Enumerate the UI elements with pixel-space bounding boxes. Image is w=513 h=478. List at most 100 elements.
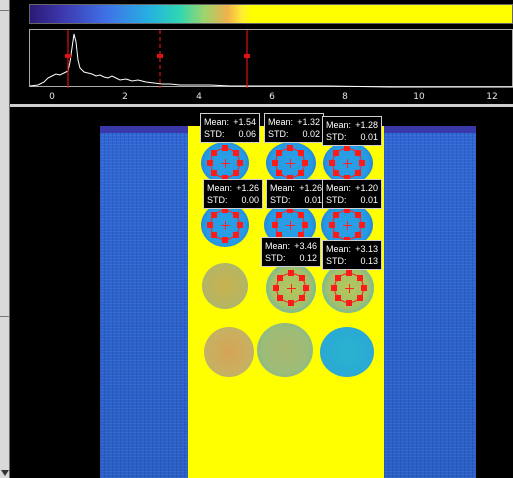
mean-value: +1.20 bbox=[355, 183, 378, 193]
roi-7-handle[interactable] bbox=[277, 275, 283, 281]
roi-3-handle[interactable] bbox=[355, 150, 361, 156]
roi-5-center-cross[interactable] bbox=[286, 221, 295, 230]
roi-6-handle[interactable] bbox=[329, 222, 335, 228]
roi-1-handle[interactable] bbox=[211, 170, 217, 176]
roi-2-handle[interactable] bbox=[298, 170, 304, 176]
hist-tick-8: 8 bbox=[342, 92, 348, 102]
histogram-marker-handle-2 bbox=[157, 54, 163, 58]
panel-divider[interactable] bbox=[10, 104, 513, 107]
mean-label: Mean: bbox=[268, 117, 294, 127]
roi-8-center-cross[interactable] bbox=[345, 284, 354, 293]
roi-4-center-cross[interactable] bbox=[221, 221, 230, 230]
roi-5-handle[interactable] bbox=[272, 222, 278, 228]
roi-2-handle[interactable] bbox=[302, 160, 308, 166]
roi-4-handle[interactable] bbox=[211, 212, 217, 218]
roi-7-handle[interactable] bbox=[303, 285, 309, 291]
roi-6-handle[interactable] bbox=[355, 212, 361, 218]
roi-7-handle[interactable] bbox=[299, 295, 305, 301]
histogram-plot bbox=[30, 30, 513, 88]
roi-1-handle[interactable] bbox=[207, 160, 213, 166]
roi-4-handle[interactable] bbox=[233, 232, 239, 238]
vial-10 bbox=[204, 327, 254, 377]
roi-3-handle[interactable] bbox=[359, 160, 365, 166]
roi-5-handle[interactable] bbox=[302, 222, 308, 228]
roi-7-handle[interactable] bbox=[273, 285, 279, 291]
roi-4-handle[interactable] bbox=[237, 222, 243, 228]
histogram-marker-handle-3 bbox=[244, 54, 250, 58]
mean-value: +1.32 bbox=[297, 117, 320, 127]
roi-7-mean-row: Mean: +3.46 bbox=[265, 240, 317, 252]
roi-6-center-cross[interactable] bbox=[343, 221, 352, 230]
roi-1-handle[interactable] bbox=[237, 160, 243, 166]
roi-1-mean-row: Mean: +1.54 bbox=[204, 116, 256, 128]
roi-4-handle[interactable] bbox=[211, 232, 217, 238]
roi-4-std-row: STD: 0.00 bbox=[207, 194, 259, 206]
roi-5-std-row: STD: 0.01 bbox=[270, 194, 322, 206]
histogram-marker-handle-1 bbox=[65, 54, 71, 58]
roi-1-handle[interactable] bbox=[211, 150, 217, 156]
mean-label: Mean: bbox=[265, 241, 291, 251]
std-value: 0.01 bbox=[360, 195, 378, 205]
roi-5-stats-label[interactable]: Mean: +1.26 STD: 0.01 bbox=[266, 179, 326, 209]
roi-3-handle[interactable] bbox=[333, 150, 339, 156]
roi-4-handle[interactable] bbox=[222, 237, 228, 243]
roi-2-stats-label[interactable]: Mean: +1.32 STD: 0.02 bbox=[264, 113, 324, 143]
image-view[interactable]: Mean: +1.54 STD: 0.06 Mean: +1.32 STD: 0… bbox=[14, 108, 513, 478]
roi-2-handle[interactable] bbox=[272, 160, 278, 166]
roi-8-stats-label[interactable]: Mean: +3.13 STD: 0.13 bbox=[322, 240, 382, 270]
std-value: 0.00 bbox=[241, 195, 259, 205]
roi-5-handle[interactable] bbox=[276, 212, 282, 218]
mean-label: Mean: bbox=[326, 120, 352, 130]
roi-8-handle[interactable] bbox=[346, 270, 352, 276]
mean-value: +1.26 bbox=[299, 183, 322, 193]
roi-7-stats-label[interactable]: Mean: +3.46 STD: 0.12 bbox=[261, 237, 321, 267]
roi-3-mean-row: Mean: +1.28 bbox=[326, 119, 378, 131]
roi-6-stats-label[interactable]: Mean: +1.20 STD: 0.01 bbox=[322, 179, 382, 209]
roi-8-handle[interactable] bbox=[346, 300, 352, 306]
roi-7-handle[interactable] bbox=[288, 300, 294, 306]
roi-2-center-cross[interactable] bbox=[286, 159, 295, 168]
mean-label: Mean: bbox=[326, 183, 352, 193]
left-scrollbar[interactable] bbox=[0, 0, 10, 478]
roi-3-handle[interactable] bbox=[333, 170, 339, 176]
scroll-down-arrow-icon[interactable] bbox=[1, 470, 9, 476]
roi-8-handle[interactable] bbox=[335, 275, 341, 281]
roi-4-stats-label[interactable]: Mean: +1.26 STD: 0.00 bbox=[203, 179, 263, 209]
roi-2-handle[interactable] bbox=[276, 150, 282, 156]
roi-3-center-cross[interactable] bbox=[343, 159, 352, 168]
roi-8-handle[interactable] bbox=[357, 275, 363, 281]
vial-12 bbox=[320, 327, 374, 377]
roi-2-handle[interactable] bbox=[276, 170, 282, 176]
histogram-axes[interactable] bbox=[29, 29, 513, 88]
roi-4-handle[interactable] bbox=[233, 212, 239, 218]
roi-8-handle[interactable] bbox=[335, 295, 341, 301]
roi-6-mean-row: Mean: +1.20 bbox=[326, 182, 378, 194]
roi-2-std-row: STD: 0.02 bbox=[268, 128, 320, 140]
roi-1-stats-label[interactable]: Mean: +1.54 STD: 0.06 bbox=[200, 113, 260, 143]
std-value: 0.06 bbox=[238, 129, 256, 139]
roi-3-stats-label[interactable]: Mean: +1.28 STD: 0.01 bbox=[322, 116, 382, 146]
roi-3-handle[interactable] bbox=[355, 170, 361, 176]
roi-2-handle[interactable] bbox=[298, 150, 304, 156]
roi-7-handle[interactable] bbox=[288, 270, 294, 276]
roi-1-handle[interactable] bbox=[233, 170, 239, 176]
roi-8-handle[interactable] bbox=[357, 295, 363, 301]
roi-1-center-cross[interactable] bbox=[221, 159, 230, 168]
roi-4-handle[interactable] bbox=[207, 222, 213, 228]
roi-6-handle[interactable] bbox=[355, 232, 361, 238]
roi-1-handle[interactable] bbox=[222, 145, 228, 151]
roi-7-handle[interactable] bbox=[277, 295, 283, 301]
roi-7-handle[interactable] bbox=[299, 275, 305, 281]
roi-2-handle[interactable] bbox=[287, 145, 293, 151]
roi-8-handle[interactable] bbox=[361, 285, 367, 291]
roi-5-handle[interactable] bbox=[298, 212, 304, 218]
roi-6-handle[interactable] bbox=[333, 212, 339, 218]
roi-7-center-cross[interactable] bbox=[287, 284, 296, 293]
hist-tick-2: 2 bbox=[122, 92, 128, 102]
roi-3-handle[interactable] bbox=[329, 160, 335, 166]
roi-6-handle[interactable] bbox=[359, 222, 365, 228]
roi-1-handle[interactable] bbox=[233, 150, 239, 156]
hist-tick-0: 0 bbox=[49, 92, 55, 102]
roi-8-handle[interactable] bbox=[331, 285, 337, 291]
roi-6-handle[interactable] bbox=[333, 232, 339, 238]
